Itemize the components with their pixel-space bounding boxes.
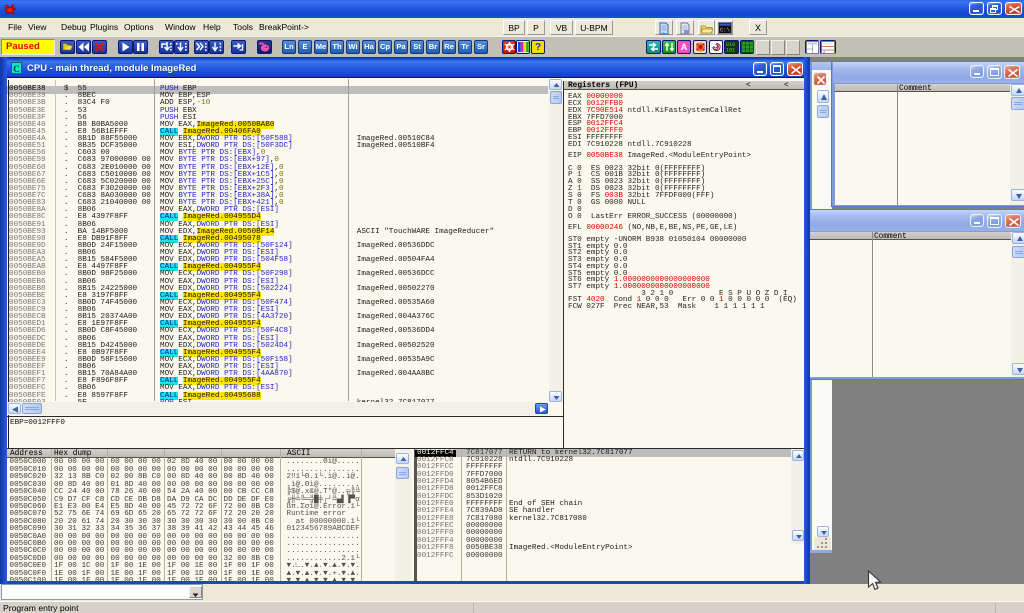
svg-text:101: 101 — [726, 48, 735, 54]
svg-text:C:\: C:\ — [720, 27, 730, 34]
